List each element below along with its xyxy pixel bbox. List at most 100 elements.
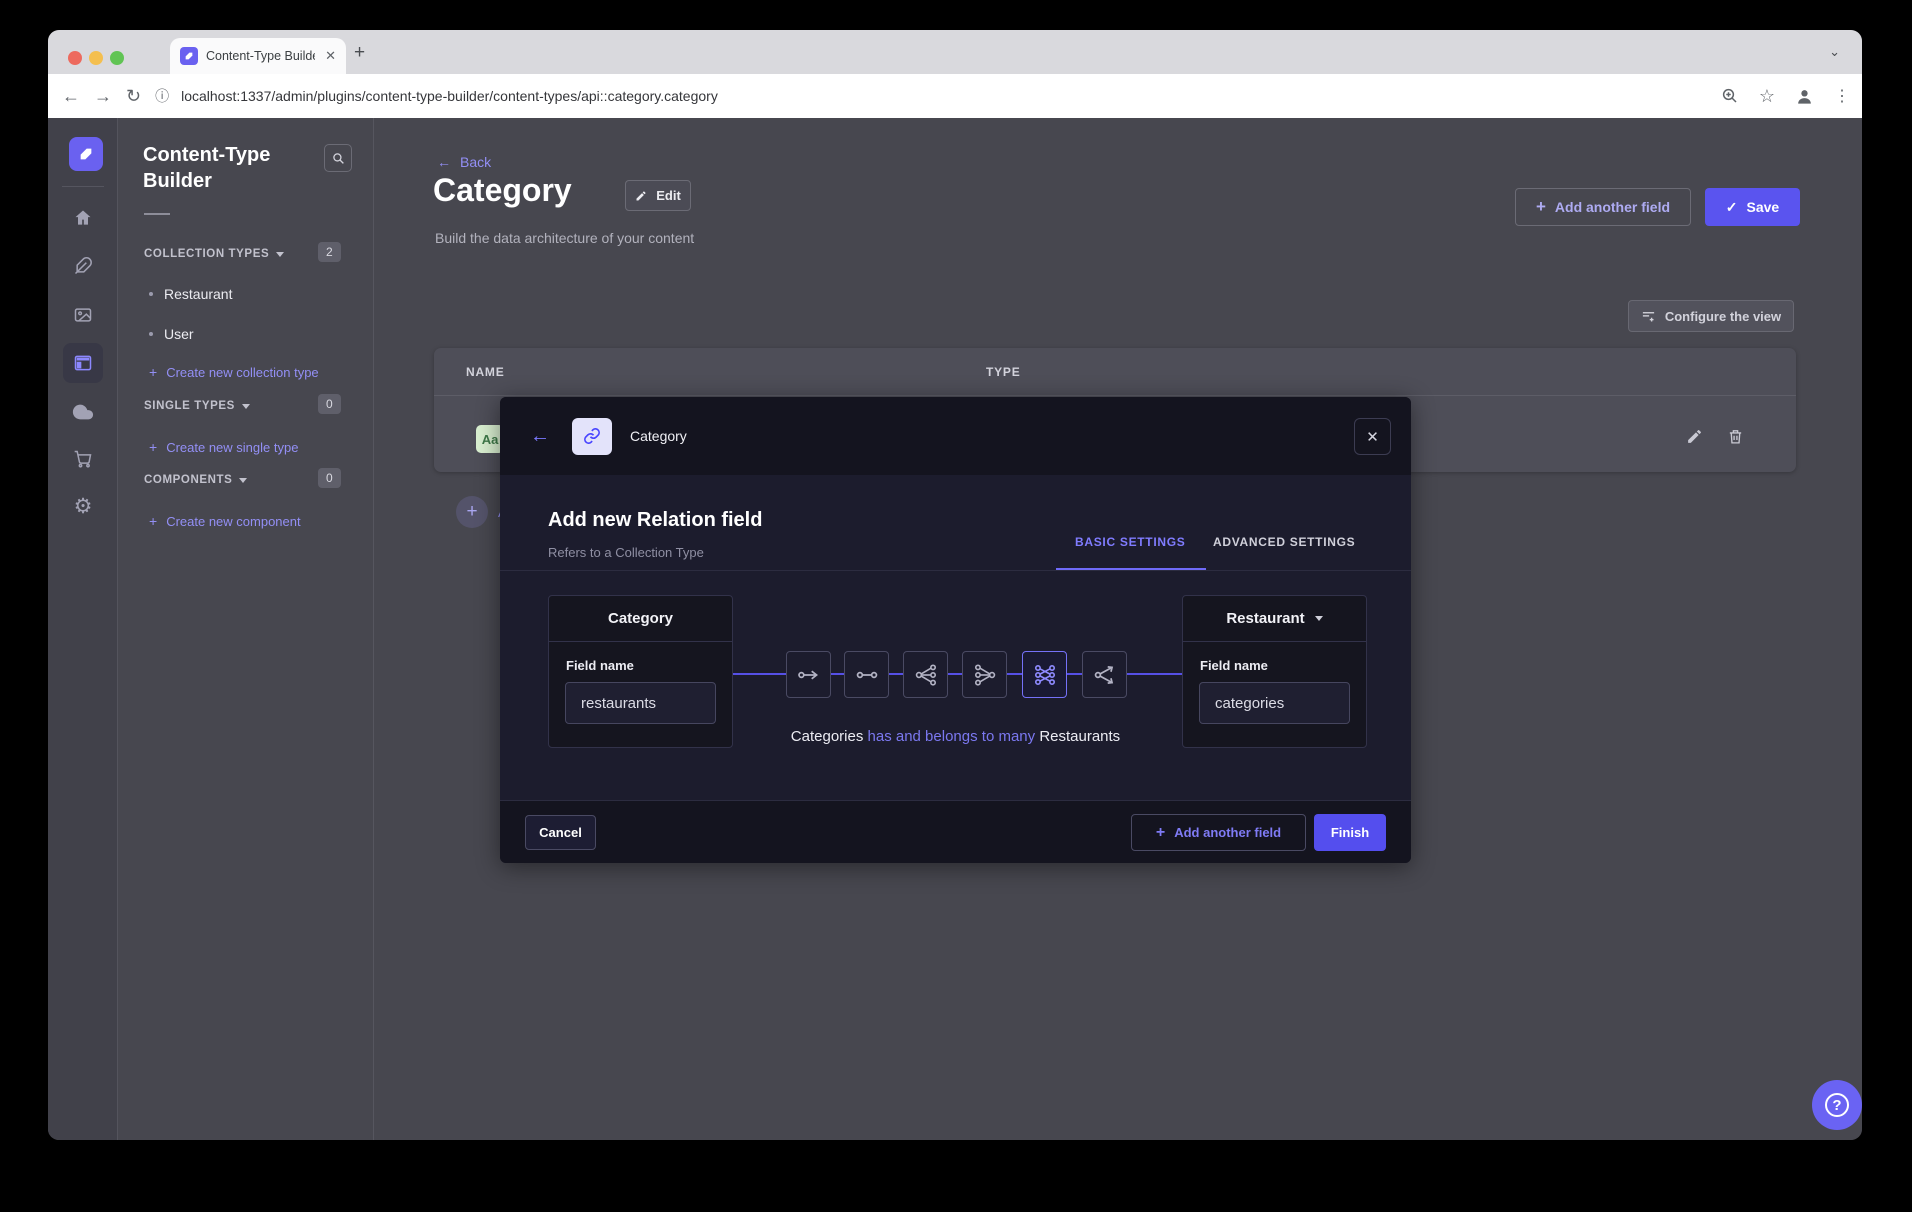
- button-label: Add another field: [1174, 825, 1281, 840]
- help-button[interactable]: ?: [1812, 1080, 1862, 1130]
- reload-icon[interactable]: ↻: [126, 86, 141, 107]
- delete-row-button[interactable]: [1727, 428, 1744, 445]
- relation-chip: [572, 418, 612, 455]
- section-components[interactable]: COMPONENTS: [144, 474, 247, 486]
- content-type-builder-nav-active[interactable]: [63, 343, 103, 383]
- plus-icon: +: [149, 364, 157, 380]
- edit-row-button[interactable]: [1686, 428, 1703, 445]
- bullet-icon: [149, 292, 153, 296]
- strapi-logo[interactable]: [69, 137, 103, 171]
- bookmark-star-icon[interactable]: ☆: [1759, 86, 1775, 107]
- create-collection-type-link[interactable]: + Create new collection type: [149, 364, 319, 380]
- edit-button[interactable]: Edit: [625, 180, 691, 211]
- many-way-icon: [1092, 662, 1118, 688]
- minimize-window-button[interactable]: [89, 51, 103, 65]
- close-icon: ✕: [1366, 428, 1379, 446]
- browser-window: Content-Type Builder | Strapi ✕ + ⌄ ← → …: [48, 30, 1862, 1140]
- back-label: Back: [460, 154, 491, 170]
- relation-one-to-one-button[interactable]: [844, 651, 889, 698]
- search-button[interactable]: [324, 144, 352, 172]
- link-label: Create new single type: [166, 440, 298, 455]
- zoom-icon[interactable]: [1721, 87, 1739, 105]
- marketplace-icon[interactable]: [48, 449, 118, 469]
- section-label: COLLECTION TYPES: [144, 248, 269, 260]
- section-collection-types[interactable]: COLLECTION TYPES: [144, 248, 284, 260]
- section-single-types[interactable]: SINGLE TYPES: [144, 400, 250, 412]
- check-icon: ✓: [1726, 199, 1738, 216]
- search-icon: [332, 152, 345, 165]
- list-settings-icon: [1641, 309, 1656, 324]
- page-title: Category: [433, 172, 572, 209]
- arrow-left-icon: ←: [437, 154, 451, 170]
- modal-back-button[interactable]: ←: [530, 425, 550, 448]
- source-field-name-input[interactable]: [565, 682, 716, 724]
- chevron-down-icon: [242, 404, 250, 409]
- pencil-icon: [635, 190, 647, 202]
- button-label: Finish: [1331, 825, 1369, 840]
- link-icon: [583, 427, 601, 445]
- relation-one-to-many-button[interactable]: [903, 651, 948, 698]
- tab-search-chevron-icon[interactable]: ⌄: [1829, 44, 1840, 60]
- link-label: Create new collection type: [166, 365, 318, 380]
- rail-divider: [62, 186, 104, 187]
- many-to-many-icon: [1032, 662, 1058, 688]
- add-another-field-button[interactable]: + Add another field: [1515, 188, 1691, 226]
- table-divider: [434, 395, 1796, 396]
- browser-menu-icon[interactable]: ⋮: [1834, 86, 1850, 106]
- column-header-name: NAME: [466, 348, 505, 395]
- relation-many-way-button[interactable]: [1082, 651, 1127, 698]
- tab-advanced-settings[interactable]: ADVANCED SETTINGS: [1213, 535, 1355, 549]
- forward-nav-icon[interactable]: →: [94, 86, 112, 107]
- button-label: Configure the view: [1665, 309, 1781, 324]
- sidebar-item-user[interactable]: User: [149, 326, 194, 342]
- close-window-button[interactable]: [68, 51, 82, 65]
- target-field-name-input[interactable]: [1199, 682, 1350, 724]
- trash-icon: [1727, 428, 1744, 445]
- tab-basic-settings[interactable]: BASIC SETTINGS: [1075, 535, 1185, 549]
- create-single-type-link[interactable]: + Create new single type: [149, 439, 298, 455]
- back-nav-icon[interactable]: ←: [62, 86, 80, 107]
- target-collection-title: Restaurant: [1226, 610, 1304, 627]
- maximize-window-button[interactable]: [110, 51, 124, 65]
- sentence-target: Restaurants: [1039, 728, 1120, 745]
- content-manager-icon[interactable]: [48, 256, 118, 276]
- back-link[interactable]: ← Back: [437, 154, 491, 170]
- tab-title: Content-Type Builder | Strapi: [206, 49, 315, 63]
- modal-subtitle: Refers to a Collection Type: [548, 545, 704, 560]
- modal-close-button[interactable]: ✕: [1354, 418, 1391, 455]
- create-component-link[interactable]: + Create new component: [149, 513, 301, 529]
- plus-icon: +: [466, 501, 477, 523]
- content-type-builder-panel: Content-Type Builder COLLECTION TYPES 2 …: [118, 118, 374, 1140]
- single-types-count-badge: 0: [318, 394, 341, 414]
- finish-button[interactable]: Finish: [1314, 814, 1386, 851]
- chevron-down-icon: [1315, 616, 1323, 621]
- add-field-circle-button[interactable]: +: [456, 496, 488, 528]
- button-label: Cancel: [539, 825, 582, 840]
- relation-one-way-button[interactable]: [786, 651, 831, 698]
- relation-many-to-one-button[interactable]: [962, 651, 1007, 698]
- source-collection-title: Category: [549, 596, 732, 642]
- target-collection-select[interactable]: Restaurant: [1183, 596, 1366, 642]
- add-relation-modal: ← Category ✕ Add new Relation field Refe…: [500, 397, 1411, 863]
- save-button[interactable]: ✓ Save: [1705, 188, 1800, 226]
- tab-close-icon[interactable]: ✕: [325, 48, 336, 64]
- url-text[interactable]: localhost:1337/admin/plugins/content-typ…: [181, 88, 718, 104]
- configure-view-button[interactable]: Configure the view: [1628, 300, 1794, 332]
- cloud-icon[interactable]: [48, 401, 118, 423]
- settings-icon[interactable]: ⚙: [48, 494, 118, 519]
- new-tab-button[interactable]: +: [354, 42, 365, 64]
- cancel-button[interactable]: Cancel: [525, 815, 596, 850]
- media-library-icon[interactable]: [48, 305, 118, 325]
- browser-tab[interactable]: Content-Type Builder | Strapi ✕: [170, 38, 346, 74]
- strapi-admin-app: ⚙ KD Content-Type Builder COLLECTION TYP…: [48, 118, 1862, 1140]
- site-info-icon[interactable]: ⓘ: [155, 86, 169, 106]
- relation-many-to-many-button[interactable]: [1022, 651, 1067, 698]
- home-icon[interactable]: [48, 208, 118, 228]
- modal-add-another-field-button[interactable]: + Add another field: [1131, 814, 1306, 851]
- strapi-favicon-icon: [180, 47, 198, 65]
- button-label: Save: [1747, 199, 1780, 215]
- section-label: SINGLE TYPES: [144, 400, 235, 412]
- profile-icon[interactable]: [1795, 87, 1814, 106]
- active-tab-underline: [1056, 568, 1206, 570]
- sidebar-item-restaurant[interactable]: Restaurant: [149, 286, 232, 302]
